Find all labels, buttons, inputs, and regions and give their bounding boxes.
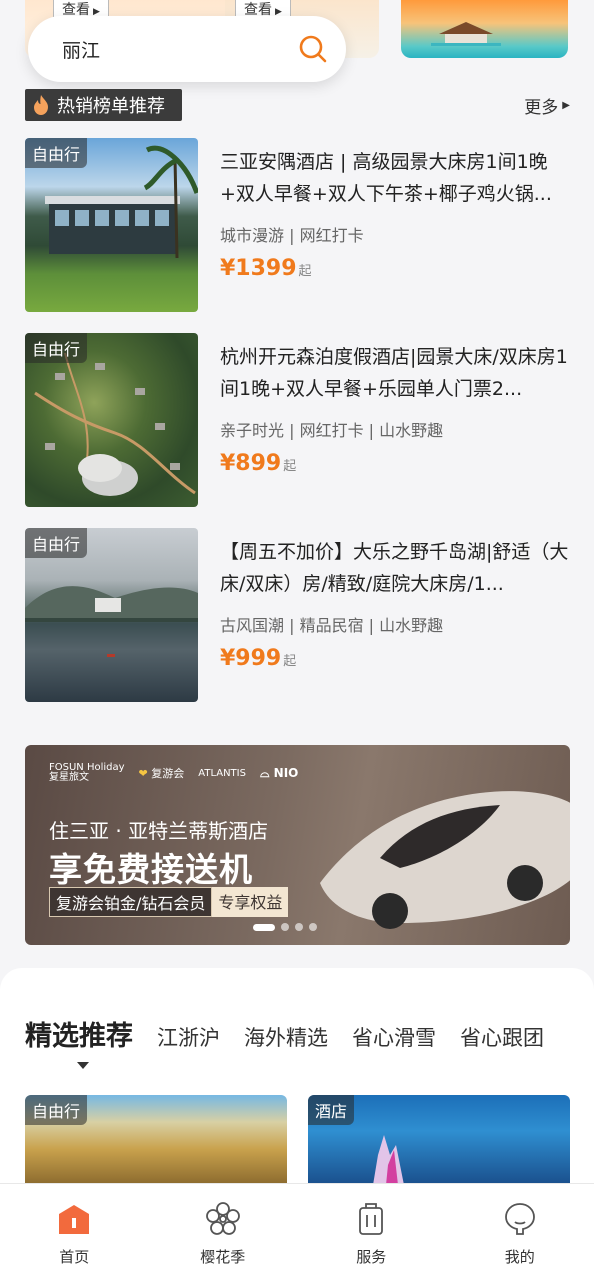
product-image[interactable]: 自由行 [25, 333, 198, 507]
promo-card-peek-3[interactable] [401, 0, 568, 58]
price-suffix: 起 [283, 459, 297, 474]
product-badge: 自由行 [25, 528, 88, 558]
tab-skiing[interactable]: 省心滑雪 [352, 1022, 436, 1052]
search-icon[interactable] [298, 34, 328, 64]
carousel-dot[interactable] [295, 923, 303, 931]
product-badge: 自由行 [25, 333, 88, 363]
product-price: ¥999 [220, 646, 282, 671]
profile-icon [504, 1203, 535, 1235]
atlantis-logo: ATLANTIS [198, 767, 246, 779]
nio-logo: ⌓ NIO [259, 765, 299, 780]
product-title[interactable]: 杭州开元森泊度假酒店|园景大床/双床房1间1晚+双人早餐+乐园单人门票2... [220, 341, 570, 405]
resort-hut-image [431, 22, 501, 46]
bottom-nav: 首页 樱花季 服务 我的 [0, 1183, 594, 1280]
carousel-indicator[interactable] [253, 923, 317, 931]
tab-group-tour[interactable]: 省心跟团 [460, 1022, 544, 1052]
home-icon [59, 1205, 90, 1234]
nav-profile[interactable]: 我的 [446, 1184, 594, 1280]
nav-home[interactable]: 首页 [0, 1184, 149, 1280]
tab-overseas[interactable]: 海外精选 [244, 1022, 328, 1052]
flame-icon [34, 95, 48, 115]
hot-list-title: 热销榜单推荐 [57, 96, 165, 117]
product-price: ¥899 [220, 451, 282, 476]
product-tags: 城市漫游 | 网红打卡 [220, 226, 364, 245]
nio-icon: ⌓ [259, 765, 270, 780]
car-image [320, 791, 570, 929]
search-bar[interactable]: 丽江 [28, 16, 346, 82]
nav-label: 服务 [356, 1248, 387, 1266]
product-title[interactable]: 【周五不加价】大乐之野千岛湖|舒适（大床/双床）房/精致/庭院大床房/1... [220, 536, 570, 600]
banner-member-tag: 复游会铂金/钻石会员 专享权益 [49, 887, 289, 917]
brand-logos: FOSUN Holiday 复星旅文 ❤ 复游会 ATLANTIS ⌓ NIO [49, 763, 298, 783]
sakura-icon [205, 1202, 240, 1235]
nav-sakura[interactable]: 樱花季 [149, 1184, 298, 1280]
carousel-dot[interactable] [253, 923, 275, 931]
product-price: ¥1399 [220, 256, 297, 281]
curated-tabs: 精选推荐 江浙沪 海外精选 省心滑雪 省心跟团 [25, 1014, 568, 1053]
banner-headline: 享免费接送机 [49, 850, 253, 889]
price-suffix: 起 [298, 264, 312, 279]
fosun-logo: FOSUN Holiday 复星旅文 [49, 762, 125, 783]
heart-icon: ❤ [138, 767, 148, 780]
product-badge: 自由行 [25, 138, 88, 168]
price-suffix: 起 [283, 654, 297, 669]
card-badge: 自由行 [25, 1095, 88, 1125]
curated-card[interactable]: 自由行 [25, 1095, 287, 1185]
curated-card[interactable]: 酒店 [308, 1095, 570, 1185]
more-label: 更多 [524, 98, 559, 118]
search-input[interactable]: 丽江 [62, 36, 100, 63]
product-tags: 古风国潮 | 精品民宿 | 山水野趣 [220, 616, 444, 635]
tab-jiangzhehu[interactable]: 江浙沪 [157, 1022, 220, 1052]
product-item[interactable]: 自由行 【周五不加价】大乐之野千岛湖|舒适（大床/双床）房/精致/庭院大床房/1… [25, 528, 570, 702]
exclusive-label: 专享权益 [212, 887, 289, 917]
carousel-dot[interactable] [281, 923, 289, 931]
more-link[interactable]: 更多 ▶ [524, 93, 570, 118]
product-title[interactable]: 三亚安隅酒店 | 高级园景大床房1间1晚+双人早餐+双人下午茶+椰子鸡火锅... [220, 146, 570, 210]
active-tab-indicator [77, 1062, 89, 1069]
product-image[interactable]: 自由行 [25, 528, 198, 702]
nav-service[interactable]: 服务 [297, 1184, 446, 1280]
fuyouhui-logo: ❤ 复游会 [138, 767, 185, 780]
carousel-dot[interactable] [309, 923, 317, 931]
nav-label: 我的 [504, 1248, 535, 1266]
product-tags: 亲子时光 | 网红打卡 | 山水野趣 [220, 421, 444, 440]
hot-list-header: 热销榜单推荐 [25, 89, 182, 121]
nav-label: 首页 [59, 1248, 90, 1266]
product-item[interactable]: 自由行 杭州开元森泊度假酒店|园景大床/双床房1间1晚+双人早餐+乐园单人门票2… [25, 333, 570, 507]
banner-subtitle: 住三亚 · 亚特兰蒂斯酒店 [49, 819, 269, 843]
nav-label: 樱花季 [200, 1248, 246, 1266]
card-badge: 酒店 [308, 1095, 355, 1125]
chevron-right-icon: ▶ [562, 100, 570, 111]
product-image[interactable]: 自由行 [25, 138, 198, 312]
luggage-icon [359, 1203, 384, 1235]
product-item[interactable]: 自由行 三亚安隅酒店 | 高级园景大床房1间1晚+双人早餐+双人下午茶+椰子鸡火… [25, 138, 570, 312]
tab-curated[interactable]: 精选推荐 [25, 1014, 133, 1053]
member-tier-label: 复游会铂金/钻石会员 [49, 887, 213, 917]
promo-banner[interactable]: FOSUN Holiday 复星旅文 ❤ 复游会 ATLANTIS ⌓ NIO 住… [25, 745, 570, 945]
